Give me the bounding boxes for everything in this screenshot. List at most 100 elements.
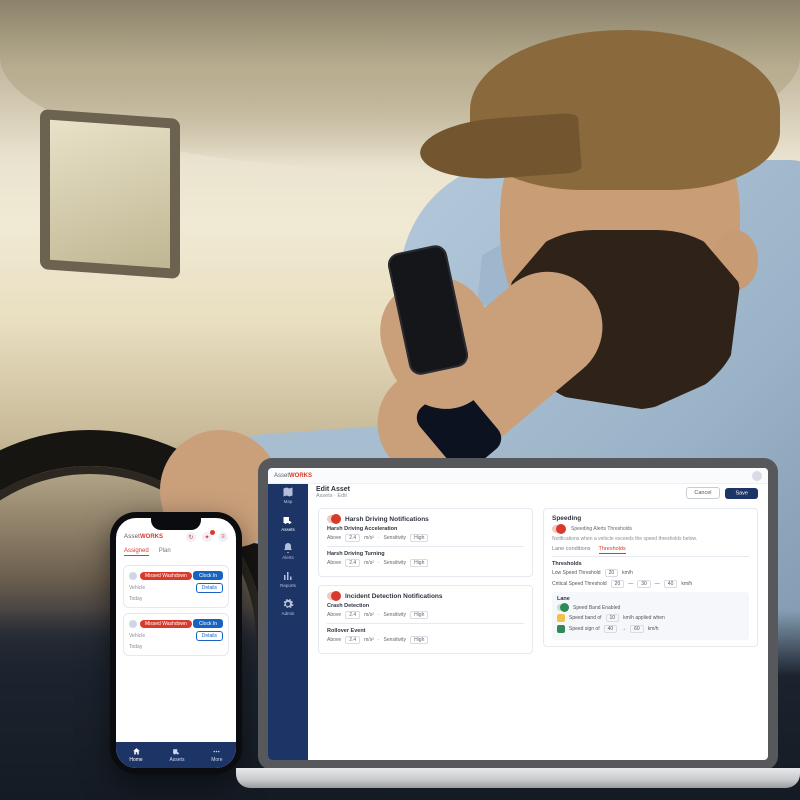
vehicle-label: Vehicle [129, 585, 145, 591]
section-title: Crash Detection [327, 603, 524, 609]
sidebar-item-reports[interactable]: Reports [280, 570, 296, 588]
sidebar-item-alerts[interactable]: Alerts [282, 542, 294, 560]
menu-icon[interactable]: ≡ [218, 532, 228, 542]
sidebar-label: Map [284, 499, 293, 504]
sensitivity-select[interactable]: High [410, 611, 428, 619]
sidebar-item-assets[interactable]: Assets [281, 514, 295, 532]
avatar-icon [129, 572, 137, 580]
divider [327, 623, 524, 624]
color-swatch [557, 614, 565, 622]
sidebar-label: Assets [281, 527, 295, 532]
value-input[interactable]: 2.4 [345, 636, 360, 644]
sidebar: Map Assets Alerts Reports [268, 468, 308, 760]
toggle-icon[interactable] [552, 525, 566, 533]
laptop-screen: AssetWORKS Map Assets [268, 468, 768, 760]
page-header: Edit Asset Assets · Edit Cancel Save [316, 486, 758, 499]
task-card[interactable]: Missed Washdown Clock In Vehicle Details… [123, 565, 229, 608]
harsh-driving-panel: Harsh Driving Notifications Harsh Drivin… [318, 508, 533, 577]
toggle-label: Speed Band Enabled [573, 605, 620, 611]
map-icon [282, 486, 294, 498]
lane-rule: Speed sign of 40 → 60 km/h [557, 625, 744, 633]
number-input[interactable]: 20 [605, 569, 619, 577]
phone-header-icons: ↻ ✦ ≡ [186, 532, 228, 542]
sidebar-label: Alerts [282, 555, 294, 560]
laptop-mockup: AssetWORKS Map Assets [258, 458, 778, 788]
value-input[interactable]: 2.4 [345, 534, 360, 542]
cancel-button[interactable]: Cancel [686, 487, 719, 499]
page-title: Edit Asset [316, 486, 350, 493]
tab-plan[interactable]: Plan [159, 548, 171, 556]
save-button[interactable]: Save [725, 488, 758, 499]
sensitivity-select[interactable]: High [410, 559, 428, 567]
vehicle-label: Vehicle [129, 633, 145, 639]
time-label: Today [129, 596, 223, 602]
home-icon [132, 747, 141, 756]
truck-icon [282, 514, 294, 526]
details-button[interactable]: Details [196, 583, 223, 593]
toggle-icon[interactable] [327, 592, 341, 600]
panel-title: Speeding [552, 515, 749, 522]
toggle-icon[interactable] [327, 515, 341, 523]
status-badge: Missed Washdown [140, 572, 192, 580]
clock-in-button[interactable]: Clock In [193, 571, 223, 580]
nav-assets[interactable]: Assets [169, 747, 184, 763]
number-input[interactable]: 10 [606, 614, 620, 622]
brand-b: WORKS [289, 473, 312, 479]
scene: AssetWORKS ↻ ✦ ≡ Assigned Plan Missed Wa… [0, 0, 800, 800]
brand-a: Asset [124, 534, 140, 540]
chart-icon [282, 570, 294, 582]
field-label: Critical Speed Threshold [552, 581, 607, 587]
unit-label: km/h [681, 581, 692, 587]
step-input[interactable]: 30 [637, 580, 651, 588]
color-swatch [557, 625, 565, 633]
panel-title: Incident Detection Notifications [345, 593, 443, 600]
nav-home[interactable]: Home [129, 747, 142, 763]
task-card[interactable]: Missed Washdown Clock In Vehicle Details… [123, 613, 229, 656]
sidebar-label: Admin [282, 611, 295, 616]
unit-label: km/h [622, 570, 633, 576]
content-area: Harsh Driving Notifications Harsh Drivin… [308, 486, 768, 760]
tab-assigned[interactable]: Assigned [124, 548, 149, 556]
details-button[interactable]: Details [196, 631, 223, 641]
phone-tabs: Assigned Plan [116, 546, 236, 560]
side-mirror [40, 109, 180, 279]
left-column: Harsh Driving Notifications Harsh Drivin… [318, 508, 533, 752]
avatar-icon [129, 620, 137, 628]
tab-thresholds[interactable]: Thresholds [599, 546, 626, 554]
toggle-icon[interactable] [557, 604, 569, 611]
setting-line: Above 2.4 m/s² · Sensitivity High [327, 611, 524, 619]
time-label: Today [129, 644, 223, 650]
nav-label: Home [129, 757, 142, 763]
user-avatar[interactable] [752, 471, 762, 481]
lane-rule: Speed band of 10 km/h applied when [557, 614, 744, 622]
sensitivity-select[interactable]: High [410, 534, 428, 542]
number-input[interactable]: 60 [630, 625, 644, 633]
clock-in-button[interactable]: Clock In [193, 619, 223, 628]
step-input[interactable]: 40 [664, 580, 678, 588]
value-input[interactable]: 2.4 [345, 611, 360, 619]
tab-lane[interactable]: Lane conditions [552, 546, 591, 554]
value-input[interactable]: 2.4 [345, 559, 360, 567]
phone-mockup: AssetWORKS ↻ ✦ ≡ Assigned Plan Missed Wa… [110, 512, 242, 774]
section-title: Rollover Event [327, 628, 524, 634]
app-titlebar: AssetWORKS [268, 468, 768, 484]
speeding-tabs: Lane conditions Thresholds [552, 546, 749, 557]
number-input[interactable]: 40 [604, 625, 618, 633]
setting-line: Above 2.4 m/s² · Sensitivity High [327, 559, 524, 567]
section-title: Harsh Driving Acceleration [327, 526, 524, 532]
sidebar-item-admin[interactable]: Admin [282, 598, 295, 616]
low-threshold-row: Low Speed Threshold 20 km/h [552, 569, 749, 577]
sidebar-item-map[interactable]: Map [282, 486, 294, 504]
status-badge: Missed Washdown [140, 620, 192, 628]
nav-more[interactable]: More [211, 747, 222, 763]
step-input[interactable]: 20 [611, 580, 625, 588]
sidebar-label: Reports [280, 583, 296, 588]
sync-icon[interactable]: ↻ [186, 532, 196, 542]
sensitivity-select[interactable]: High [410, 636, 428, 644]
speeding-panel: Speeding Speeding Alerts Thresholds Noti… [543, 508, 758, 647]
divider [327, 546, 524, 547]
truck-icon [172, 747, 181, 756]
bell-icon[interactable]: ✦ [202, 532, 212, 542]
gear-icon [282, 598, 294, 610]
nav-label: More [211, 757, 222, 763]
